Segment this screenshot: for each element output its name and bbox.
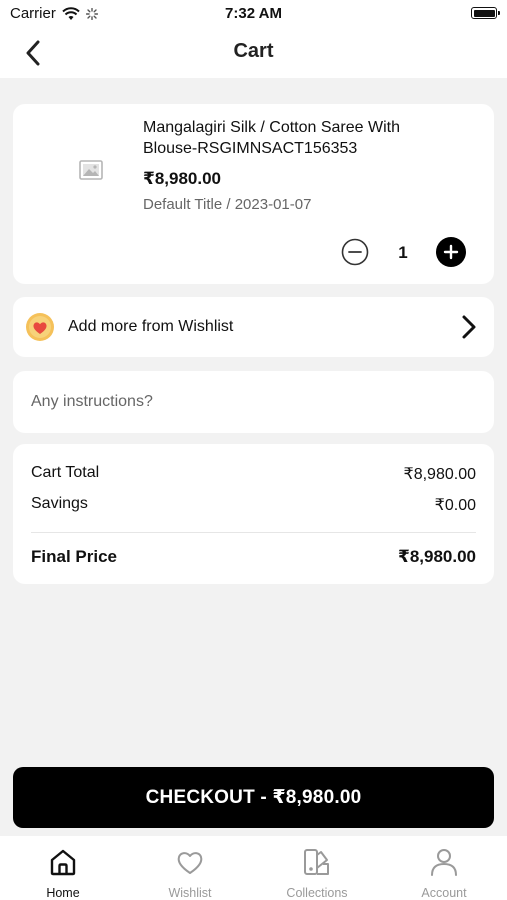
tab-account[interactable]: Account (394, 846, 494, 900)
increase-quantity-button[interactable] (436, 237, 466, 267)
tab-wishlist-label: Wishlist (168, 886, 212, 900)
heart-icon (26, 313, 54, 341)
summary-divider (31, 532, 476, 533)
status-bar: Carrier 7:32 AM (0, 0, 507, 28)
final-price-row: Final Price ₹8,980.00 (31, 547, 476, 567)
chevron-right-icon (462, 315, 476, 339)
product-price: ₹8,980.00 (143, 169, 222, 188)
final-price-label: Final Price (31, 547, 117, 566)
cart-total-row: Cart Total ₹8,980.00 (31, 464, 476, 484)
tab-bar: Home Wishlist Collections Account (0, 836, 507, 900)
savings-row: Savings ₹0.00 (31, 495, 476, 515)
home-icon (50, 849, 76, 876)
heart-outline-icon (177, 852, 203, 874)
product-name[interactable]: Mangalagiri Silk / Cotton Saree With Blo… (143, 117, 453, 159)
instructions-card (13, 371, 494, 433)
tab-home[interactable]: Home (13, 846, 113, 900)
cart-total-label: Cart Total (31, 464, 100, 481)
tab-wishlist[interactable]: Wishlist (140, 846, 240, 900)
wishlist-link-label: Add more from Wishlist (68, 318, 234, 335)
person-icon (431, 849, 457, 876)
tab-home-label: Home (46, 886, 80, 900)
cart-total-value: ₹8,980.00 (403, 466, 476, 483)
final-price-value: ₹8,980.00 (397, 547, 476, 566)
add-from-wishlist-row[interactable]: Add more from Wishlist (13, 297, 494, 357)
battery-icon (471, 7, 500, 19)
tab-collections-label: Collections (286, 886, 348, 900)
nav-bar: Cart (0, 28, 507, 78)
order-summary: Cart Total ₹8,980.00 Savings ₹0.00 Final… (13, 444, 494, 584)
instructions-input[interactable] (31, 389, 471, 415)
page-title: Cart (233, 40, 274, 62)
image-placeholder-icon (79, 160, 103, 180)
status-time: 7:32 AM (225, 5, 282, 22)
quantity-value: 1 (398, 243, 408, 262)
product-variant: Default Title / 2023-01-07 (143, 196, 312, 213)
checkout-button[interactable]: CHECKOUT - ₹8,980.00 (13, 767, 494, 828)
collections-icon (304, 849, 329, 875)
cart-item-card: Mangalagiri Silk / Cotton Saree With Blo… (13, 104, 494, 284)
savings-value: ₹0.00 (434, 497, 476, 514)
tab-account-label: Account (421, 886, 467, 900)
decrease-quantity-button[interactable] (341, 238, 369, 266)
savings-label: Savings (31, 495, 88, 512)
tab-collections[interactable]: Collections (267, 846, 367, 900)
